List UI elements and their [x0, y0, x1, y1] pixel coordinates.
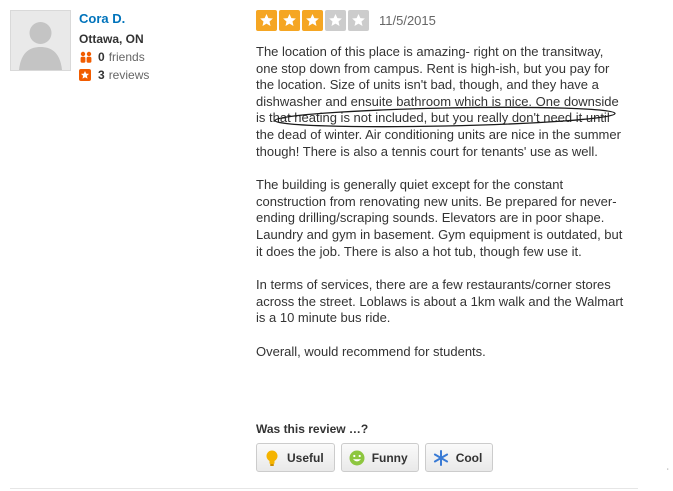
review-paragraph: Overall, would recommend for students. — [256, 343, 486, 359]
cool-label: Cool — [455, 450, 483, 465]
friends-count: 0 — [98, 50, 105, 64]
review-rating-row: 11/5/2015 — [256, 10, 436, 31]
user-avatar[interactable] — [10, 10, 71, 71]
cool-button[interactable]: Cool — [424, 443, 494, 472]
user-name-link[interactable]: Cora D. — [79, 11, 149, 26]
star-empty-icon — [348, 10, 369, 31]
review-date: 11/5/2015 — [379, 13, 436, 28]
reviews-count: 3 — [98, 68, 105, 82]
default-avatar-icon — [11, 11, 70, 70]
friends-stat: 0 friends — [79, 50, 149, 64]
star-filled-icon — [279, 10, 300, 31]
scroll-marker: ˌ — [666, 459, 670, 471]
reviews-stat: 3 reviews — [79, 68, 149, 82]
useful-label: Useful — [287, 450, 324, 465]
review-text: The location of this place is amazing- r… — [256, 44, 628, 378]
review-paragraph: The location of this place is amazing- r… — [256, 44, 621, 159]
friends-icon — [79, 51, 93, 63]
funny-button[interactable]: Funny — [340, 443, 419, 472]
useful-button[interactable]: Useful — [256, 443, 335, 472]
lightbulb-icon — [263, 449, 281, 467]
review-star-icon — [79, 69, 93, 81]
snowflake-icon — [432, 449, 450, 467]
funny-label: Funny — [371, 450, 408, 465]
review-paragraph: The building is generally quiet except f… — [256, 177, 623, 259]
user-info: Cora D. Ottawa, ON 0 friends 3 reviews — [79, 11, 149, 82]
star-filled-icon — [256, 10, 277, 31]
review-paragraph: In terms of services, there are a few re… — [256, 277, 624, 326]
star-filled-icon — [302, 10, 323, 31]
reviews-label: reviews — [108, 68, 150, 82]
review-vote-buttons: Useful Funny Cool — [256, 443, 499, 472]
user-location: Ottawa, ON — [79, 32, 144, 46]
star-rating — [256, 10, 371, 31]
smiley-icon — [348, 449, 366, 467]
star-empty-icon — [325, 10, 346, 31]
friends-label: friends — [108, 50, 145, 64]
review-feedback-prompt: Was this review …? — [256, 422, 369, 436]
review-divider — [10, 488, 638, 489]
